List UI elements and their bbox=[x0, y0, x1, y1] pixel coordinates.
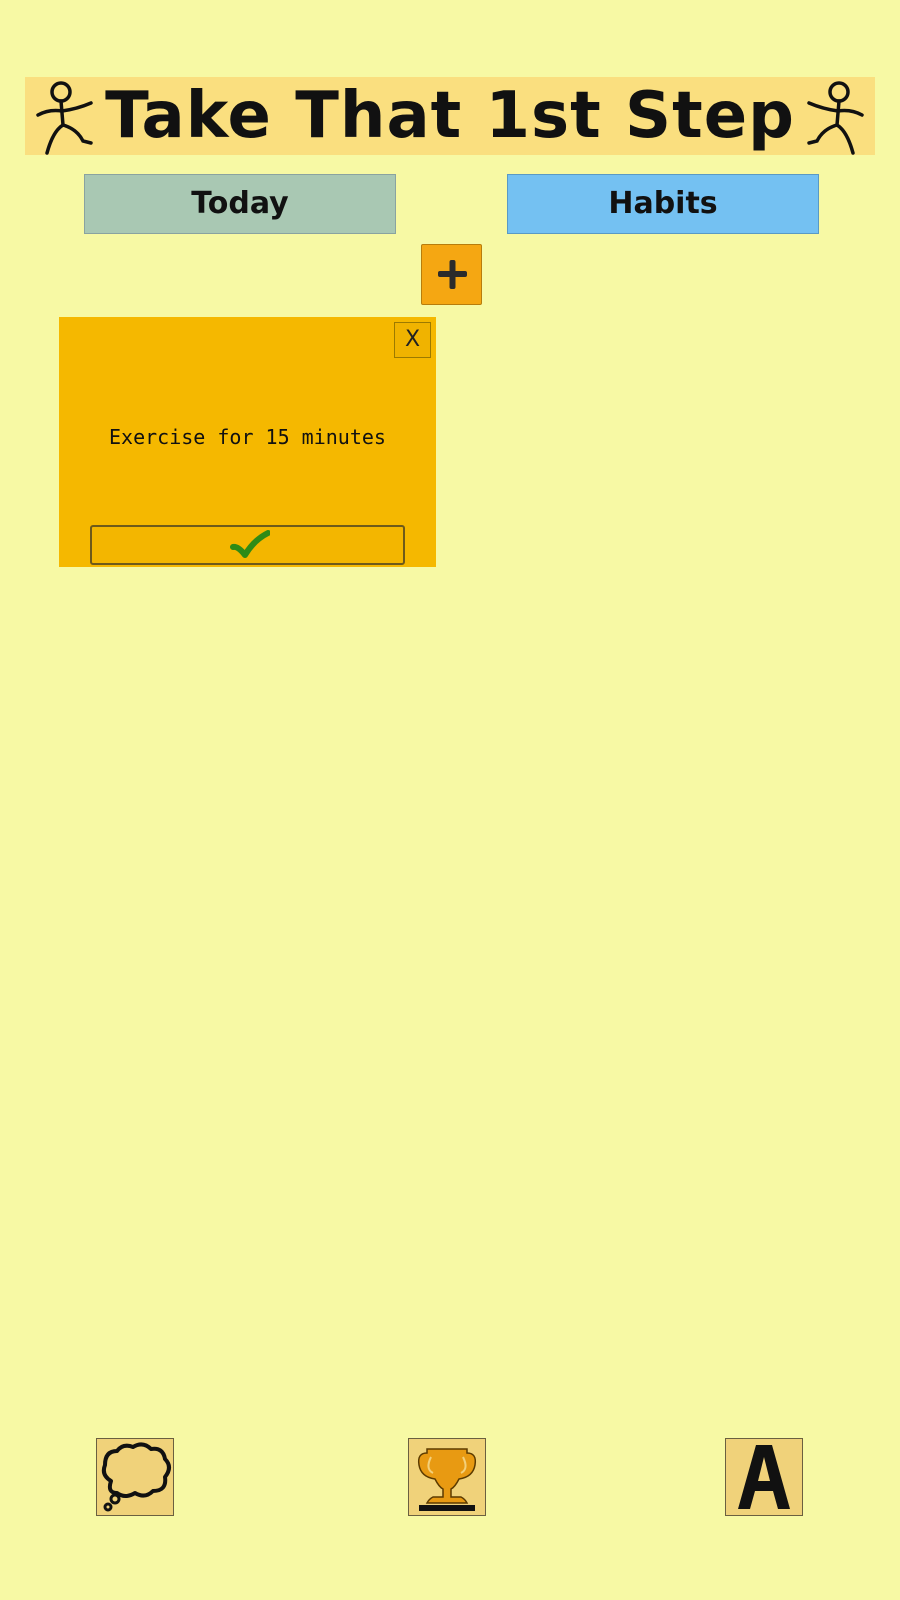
tab-today[interactable]: Today bbox=[84, 174, 396, 234]
thoughts-button[interactable] bbox=[96, 1438, 174, 1516]
close-button[interactable]: X bbox=[394, 322, 431, 358]
habit-card: X Exercise for 15 minutes bbox=[59, 317, 436, 567]
app-title: Take That 1st Step bbox=[105, 79, 795, 153]
font-button[interactable] bbox=[725, 1438, 803, 1516]
trophy-icon bbox=[417, 1448, 477, 1511]
thought-bubble-icon bbox=[101, 1442, 171, 1512]
habit-text: Exercise for 15 minutes bbox=[109, 425, 386, 449]
plus-icon bbox=[438, 260, 467, 289]
add-habit-button[interactable] bbox=[421, 244, 482, 305]
complete-habit-button[interactable] bbox=[90, 525, 405, 565]
app-banner: Take That 1st Step bbox=[25, 77, 875, 155]
tab-habits[interactable]: Habits bbox=[507, 174, 819, 234]
stick-figure-icon bbox=[807, 81, 864, 155]
checkmark-icon bbox=[230, 530, 270, 558]
trophy-button[interactable] bbox=[408, 1438, 486, 1516]
letter-a-icon bbox=[738, 1445, 790, 1509]
